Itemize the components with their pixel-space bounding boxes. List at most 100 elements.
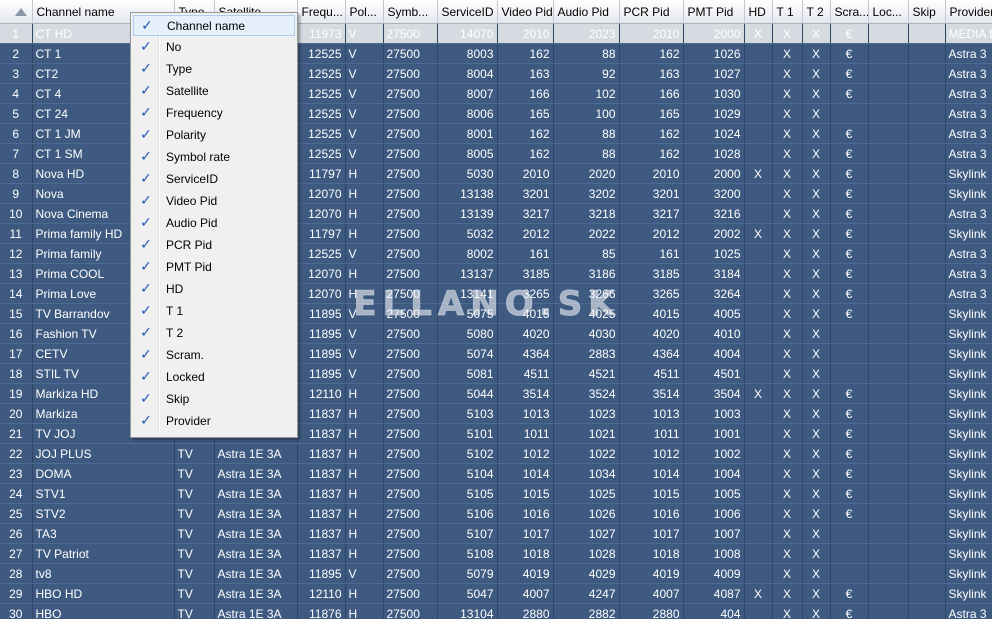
table-cell: 5102 xyxy=(437,443,498,464)
table-cell: X xyxy=(744,23,773,44)
table-cell: 1015 xyxy=(619,483,684,504)
table-row[interactable]: 24 STV1 TV Astra 1E 3A 11837 H 27500 5105 1015 10… xyxy=(0,483,992,504)
table-row[interactable]: 25 STV2 TV Astra 1E 3A 11837 H 27500 5106 1016 10… xyxy=(0,503,992,524)
table-cell: 27500 xyxy=(383,503,438,524)
table-cell xyxy=(908,63,946,84)
menu-item-column-toggle[interactable]: ✓ Video Pid xyxy=(133,191,295,212)
table-row[interactable]: 26 TA3 TV Astra 1E 3A 11837 H 27500 5107 1017 102… xyxy=(0,523,992,544)
table-row[interactable]: 22 JOJ PLUS TV Astra 1E 3A 11837 H 27500 5102 10… xyxy=(0,443,992,464)
table-row[interactable]: 30 HBO TV Astra 1E 3A 11876 H 27500 13104 2880 28… xyxy=(0,603,992,619)
table-cell: 3185 xyxy=(497,263,554,284)
column-header-17[interactable]: Skip xyxy=(908,0,946,24)
table-cell: 1003 xyxy=(683,403,745,424)
table-cell: € xyxy=(830,403,869,424)
table-cell: X xyxy=(802,383,831,404)
menu-item-column-toggle[interactable]: ✓ No xyxy=(133,37,295,58)
table-cell: 1028 xyxy=(683,143,745,164)
menu-item-column-toggle[interactable]: ✓ ServiceID xyxy=(133,169,295,190)
table-cell: X xyxy=(802,263,831,284)
table-cell: 1006 xyxy=(683,503,745,524)
column-header-12[interactable]: HD xyxy=(744,0,773,24)
table-row[interactable]: 29 HBO HD TV Astra 1E 3A 12110 H 27500 5047 4007… xyxy=(0,583,992,604)
table-cell: € xyxy=(830,143,869,164)
menu-item-column-toggle[interactable]: ✓ Symbol rate xyxy=(133,147,295,168)
menu-item-column-toggle[interactable]: ✓ Scram. xyxy=(133,345,295,366)
table-cell xyxy=(868,23,909,44)
menu-item-column-toggle[interactable]: ✓ Skip xyxy=(133,389,295,410)
column-header-no[interactable] xyxy=(0,0,33,24)
table-cell: X xyxy=(744,163,773,184)
table-cell: MEDIA B xyxy=(945,23,992,44)
menu-item-column-toggle[interactable]: ✓ PMT Pid xyxy=(133,257,295,278)
table-cell: V xyxy=(345,23,384,44)
table-cell: 162 xyxy=(497,43,554,64)
column-header-10[interactable]: PCR Pid xyxy=(619,0,684,24)
table-cell: 12070 xyxy=(297,263,346,284)
column-header-15[interactable]: Scra... xyxy=(830,0,869,24)
column-header-13[interactable]: T 1 xyxy=(772,0,803,24)
table-cell: 1007 xyxy=(683,523,745,544)
column-header-8[interactable]: Video Pid xyxy=(497,0,554,24)
menu-item-column-toggle[interactable]: ✓ Locked xyxy=(133,367,295,388)
menu-item-label: Skip xyxy=(166,392,190,406)
table-cell xyxy=(744,43,773,64)
table-cell: H xyxy=(345,503,384,524)
table-cell: 29 xyxy=(0,583,33,604)
column-header-16[interactable]: Loc... xyxy=(868,0,909,24)
column-header-7[interactable]: ServiceID xyxy=(437,0,498,24)
table-cell xyxy=(830,363,869,384)
column-header-9[interactable]: Audio Pid xyxy=(553,0,620,24)
menu-item-column-toggle[interactable]: ✓ HD xyxy=(133,279,295,300)
table-cell: 17 xyxy=(0,343,33,364)
table-cell: 12110 xyxy=(297,583,346,604)
column-header-14[interactable]: T 2 xyxy=(802,0,831,24)
table-cell: 12525 xyxy=(297,123,346,144)
table-row[interactable]: 23 DOMA TV Astra 1E 3A 11837 H 27500 5104 1014 10… xyxy=(0,463,992,484)
table-row[interactable]: 27 TV Patriot TV Astra 1E 3A 11837 H 27500 5108… xyxy=(0,543,992,564)
table-cell: € xyxy=(830,223,869,244)
column-header-label: Video Pid xyxy=(501,4,553,19)
menu-item-column-toggle[interactable]: ✓ Type xyxy=(133,59,295,80)
checkmark-icon: ✓ xyxy=(141,18,153,34)
table-cell: € xyxy=(830,603,869,619)
menu-item-column-toggle[interactable]: ✓ Channel name xyxy=(133,15,295,36)
table-cell: 14070 xyxy=(437,23,498,44)
column-header-6[interactable]: Symb... xyxy=(383,0,438,24)
table-cell: 11895 xyxy=(297,563,346,584)
table-cell: 2012 xyxy=(619,223,684,244)
column-header-18[interactable]: Provider xyxy=(945,0,992,24)
table-cell: Skylink xyxy=(945,223,992,244)
column-header-11[interactable]: PMT Pid xyxy=(683,0,745,24)
menu-item-column-toggle[interactable]: ✓ Polarity xyxy=(133,125,295,146)
menu-item-column-toggle[interactable]: ✓ T 1 xyxy=(133,301,295,322)
menu-item-column-toggle[interactable]: ✓ Audio Pid xyxy=(133,213,295,234)
table-cell: 1011 xyxy=(619,423,684,444)
table-cell: 27500 xyxy=(383,443,438,464)
table-cell: 4364 xyxy=(619,343,684,364)
menu-item-column-toggle[interactable]: ✓ Provider xyxy=(133,411,295,432)
table-cell: Skylink xyxy=(945,383,992,404)
table-cell xyxy=(868,83,909,104)
table-cell: Skylink xyxy=(945,563,992,584)
menu-item-column-toggle[interactable]: ✓ T 2 xyxy=(133,323,295,344)
table-cell: X xyxy=(772,183,803,204)
column-header-4[interactable]: Frequ... xyxy=(297,0,346,24)
table-cell: 4 xyxy=(0,83,33,104)
table-cell: 92 xyxy=(553,63,620,84)
table-cell: 11837 xyxy=(297,403,346,424)
checkmark-icon: ✓ xyxy=(140,369,152,385)
table-cell: Skylink xyxy=(945,363,992,384)
menu-item-label: PCR Pid xyxy=(166,238,213,252)
menu-item-column-toggle[interactable]: ✓ Frequency xyxy=(133,103,295,124)
table-cell: Skylink xyxy=(945,523,992,544)
menu-item-label: Scram. xyxy=(166,348,205,362)
table-cell xyxy=(744,303,773,324)
menu-item-column-toggle[interactable]: ✓ Satellite xyxy=(133,81,295,102)
column-header-label: Symb... xyxy=(387,4,429,19)
table-cell: 4511 xyxy=(497,363,554,384)
menu-item-column-toggle[interactable]: ✓ PCR Pid xyxy=(133,235,295,256)
table-row[interactable]: 28 tv8 TV Astra 1E 3A 11895 V 27500 5079 4019 402… xyxy=(0,563,992,584)
table-cell xyxy=(868,183,909,204)
column-header-label: Provider xyxy=(949,4,992,19)
column-header-5[interactable]: Pol... xyxy=(345,0,384,24)
